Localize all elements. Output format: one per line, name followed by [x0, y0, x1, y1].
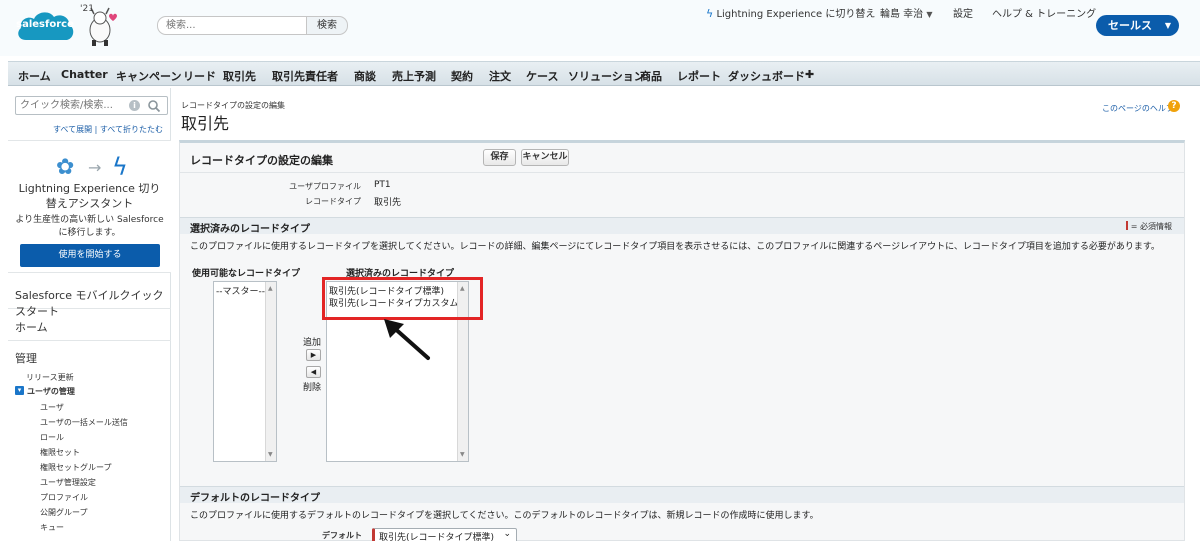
section-header-default-record-type: デフォルトのレコードタイプ: [180, 486, 1184, 504]
tab-chatter[interactable]: Chatter: [61, 68, 108, 81]
tab-forecasts[interactable]: 売上予測: [392, 68, 436, 84]
record-type-value: 取引先: [374, 198, 402, 208]
setup-link[interactable]: 設定: [953, 5, 973, 20]
tab-contracts[interactable]: 契約: [451, 68, 473, 84]
remove-label: 削除: [303, 383, 322, 393]
section-header-selected-record-types: 選択済みのレコードタイプ = 必須情報: [180, 217, 1184, 235]
switch-lightning-link[interactable]: ϟ Lightning Experience に切り替え: [706, 5, 875, 20]
tab-products[interactable]: 商品: [640, 68, 662, 84]
tab-dashboards[interactable]: ダッシュボード: [728, 68, 805, 84]
divider: [180, 172, 1184, 173]
default-record-type-select[interactable]: 取引先(レコードタイプ標準) ⌄: [372, 528, 517, 541]
tab-solutions[interactable]: ソリューション: [568, 68, 645, 84]
scroll-down-icon[interactable]: ▼: [268, 451, 273, 458]
help-training-link[interactable]: ヘルプ & トレーニング: [992, 5, 1096, 20]
panel-title: レコードタイプの設定の編集: [190, 154, 333, 167]
available-record-types-header: 使用可能なレコードタイプ: [192, 269, 301, 279]
lightning-assistant-card: ✿ → ϟ Lightning Experience 切り替えアシスタント より…: [8, 140, 171, 273]
sidebar-link-permission-set-groups[interactable]: 権限セットグループ: [40, 462, 112, 473]
page-help-link[interactable]: このページのヘルプ: [1102, 103, 1174, 114]
sidebar-link-user-management[interactable]: ユーザの管理: [27, 386, 75, 397]
caret-down-icon: ▼: [1164, 21, 1171, 30]
default-section-description: このプロファイルに使用するデフォルトのレコードタイプを選択してください。このデフ…: [190, 511, 819, 521]
profile-value: PT1: [374, 180, 391, 190]
list-item[interactable]: --マスター--: [216, 284, 265, 297]
sidebar-item-home[interactable]: ホーム: [8, 310, 171, 341]
sidebar-link-users[interactable]: ユーザ: [40, 402, 64, 413]
required-indicator: [1125, 221, 1128, 230]
tab-accounts[interactable]: 取引先: [223, 68, 256, 84]
remove-arrow-button[interactable]: ◀: [306, 366, 321, 378]
scroll-down-icon[interactable]: ▼: [460, 451, 465, 458]
tab-cases[interactable]: ケース: [526, 68, 558, 84]
profile-label: ユーザプロファイル: [289, 182, 361, 191]
tab-campaigns[interactable]: キャンペーン: [116, 68, 181, 84]
arrow-right-icon: →: [88, 158, 102, 177]
sidebar-link-user-management-settings[interactable]: ユーザ管理設定: [40, 477, 96, 488]
global-header: salesforce '21 検索 ϟ Lightning Experience…: [0, 0, 1200, 56]
scrollbar[interactable]: ▲ ▼: [265, 282, 276, 461]
tab-bar: ホーム Chatter キャンペーン リード 取引先 取引先責任者 商談 売上予…: [8, 61, 1200, 86]
get-started-button[interactable]: 使用を開始する: [20, 244, 160, 267]
add-tab-icon[interactable]: ✚: [805, 68, 814, 81]
sidebar-link-profiles[interactable]: プロファイル: [40, 492, 88, 503]
sidebar-link-queues[interactable]: キュー: [40, 522, 64, 533]
expand-collapse-links[interactable]: すべて展開 | すべて折りたたむ: [8, 124, 163, 135]
available-record-types-listbox[interactable]: --マスター-- ▲ ▼: [213, 281, 277, 462]
tab-contacts[interactable]: 取引先責任者: [272, 68, 338, 84]
user-menu[interactable]: 輪島 幸治 ▼: [880, 5, 933, 20]
scroll-up-icon[interactable]: ▲: [268, 285, 273, 292]
record-type-settings-panel: レコードタイプの設定の編集 保存 キャンセル ユーザプロファイル PT1 レコー…: [179, 140, 1185, 541]
lightning-bolt-icon: ϟ: [706, 7, 714, 20]
sidebar-item-mobile-quickstart[interactable]: Salesforce モバイルクイックスタート: [8, 278, 171, 318]
cancel-button[interactable]: キャンセル: [521, 149, 569, 166]
release-year-badge: '21: [80, 4, 94, 14]
sidebar-link-mass-email-users[interactable]: ユーザの一括メール送信: [40, 417, 128, 428]
sidebar-link-public-groups[interactable]: 公開グループ: [40, 507, 88, 518]
page-title: 取引先: [181, 114, 230, 133]
help-icon[interactable]: ?: [1168, 100, 1180, 112]
quick-find-input[interactable]: [15, 96, 168, 115]
tab-leads[interactable]: リード: [183, 68, 216, 84]
chevron-down-icon: ⌄: [503, 529, 511, 539]
sidebar-heading-admin: 管理: [15, 352, 37, 365]
tab-opportunities[interactable]: 商談: [354, 68, 376, 84]
annotation-highlight-box: [322, 277, 483, 320]
flower-icon: ✿: [56, 155, 75, 180]
annotation-arrow-icon: [384, 319, 430, 360]
tab-reports[interactable]: レポート: [677, 68, 721, 84]
mascot-image: '21: [80, 4, 124, 48]
sidebar-link-permission-sets[interactable]: 権限セット: [40, 447, 80, 458]
assistant-title: Lightning Experience 切り替えアシスタント: [18, 182, 161, 210]
collapse-toggle-icon[interactable]: ▾: [15, 386, 24, 395]
section-description: このプロファイルに使用するレコードタイプを選択してください。レコードの詳細、編集…: [190, 242, 1160, 252]
salesforce-logo[interactable]: salesforce: [14, 6, 76, 46]
record-type-label: レコードタイプ: [305, 197, 361, 206]
add-label: 追加: [303, 338, 322, 348]
sidebar-link-release-updates[interactable]: リリース更新: [26, 372, 74, 383]
caret-down-icon: ▼: [926, 10, 933, 19]
required-info-legend: = 必須情報: [1125, 221, 1172, 232]
save-button[interactable]: 保存: [483, 149, 516, 166]
global-search-input[interactable]: [157, 16, 307, 35]
global-search-button[interactable]: 検索: [307, 16, 348, 35]
sidebar-link-roles[interactable]: ロール: [40, 432, 64, 443]
app-menu-button[interactable]: セールス ▼: [1096, 15, 1179, 36]
add-arrow-button[interactable]: ▶: [306, 349, 321, 361]
sidebar: i すべて展開 | すべて折りたたむ ✿ → ϟ Lightning Exper…: [8, 88, 171, 541]
assistant-description: より生産性の高い新しい Salesforce に移行します。: [15, 215, 164, 238]
search-icon[interactable]: [147, 99, 161, 113]
info-icon[interactable]: i: [129, 100, 140, 111]
lightning-bolt-icon: ϟ: [112, 153, 128, 181]
tab-home[interactable]: ホーム: [18, 68, 51, 84]
default-label: デフォルト: [322, 531, 362, 540]
assistant-icons: ✿ → ϟ: [8, 149, 171, 181]
tab-orders[interactable]: 注文: [489, 68, 511, 84]
